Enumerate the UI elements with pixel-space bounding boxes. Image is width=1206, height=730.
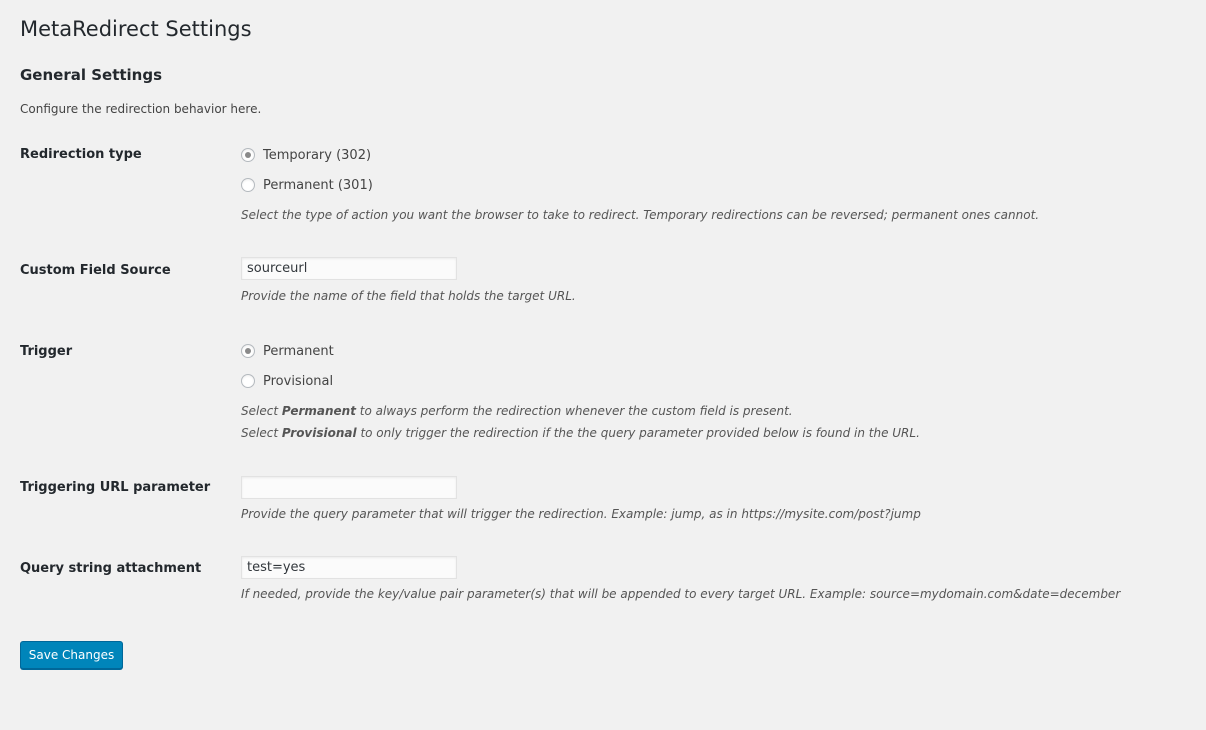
redirection-type-label: Redirection type [20, 147, 142, 162]
radio-temporary-302[interactable]: Temporary (302) [241, 146, 371, 164]
trigger-label: Trigger [20, 344, 73, 359]
radio-label: Temporary (302) [263, 147, 372, 163]
radio-label: Permanent (301) [263, 177, 373, 193]
desc-text: to only trigger the redirection if the t… [356, 426, 920, 440]
desc-emphasis: Provisional [281, 426, 357, 440]
radio-button-icon[interactable] [241, 374, 255, 388]
section-title: General Settings [20, 66, 163, 84]
save-changes-button[interactable]: Save Changes [20, 641, 123, 669]
radio-permanent-301[interactable]: Permanent (301) [241, 176, 373, 194]
custom-field-source-description: Provide the name of the field that holds… [241, 289, 576, 303]
custom-field-source-input[interactable] [241, 257, 457, 280]
query-string-attachment-input[interactable] [241, 556, 457, 579]
triggering-url-parameter-input[interactable] [241, 476, 457, 499]
redirection-type-description: Select the type of action you want the b… [241, 208, 1040, 222]
desc-text: to always perform the redirection whenev… [355, 404, 793, 418]
section-description: Configure the redirection behavior here. [20, 102, 262, 116]
trigger-description-permanent: Select Permanent to always perform the r… [241, 404, 793, 418]
desc-emphasis: Permanent [281, 404, 356, 418]
triggering-url-parameter-description: Provide the query parameter that will tr… [241, 507, 921, 521]
triggering-url-parameter-label: Triggering URL parameter [20, 480, 211, 495]
radio-label: Permanent [263, 343, 334, 359]
radio-button-icon[interactable] [241, 148, 255, 162]
radio-trigger-permanent[interactable]: Permanent [241, 342, 334, 360]
trigger-description-provisional: Select Provisional to only trigger the r… [241, 426, 920, 440]
query-string-attachment-label: Query string attachment [20, 561, 202, 576]
radio-trigger-provisional[interactable]: Provisional [241, 372, 333, 390]
custom-field-source-label: Custom Field Source [20, 263, 171, 278]
desc-text: Select [241, 426, 282, 440]
desc-text: Select [241, 404, 282, 418]
query-string-attachment-description: If needed, provide the key/value pair pa… [241, 587, 1121, 601]
page-title: MetaRedirect Settings [20, 17, 252, 41]
radio-button-icon[interactable] [241, 178, 255, 192]
radio-button-icon[interactable] [241, 344, 255, 358]
radio-label: Provisional [263, 373, 334, 389]
